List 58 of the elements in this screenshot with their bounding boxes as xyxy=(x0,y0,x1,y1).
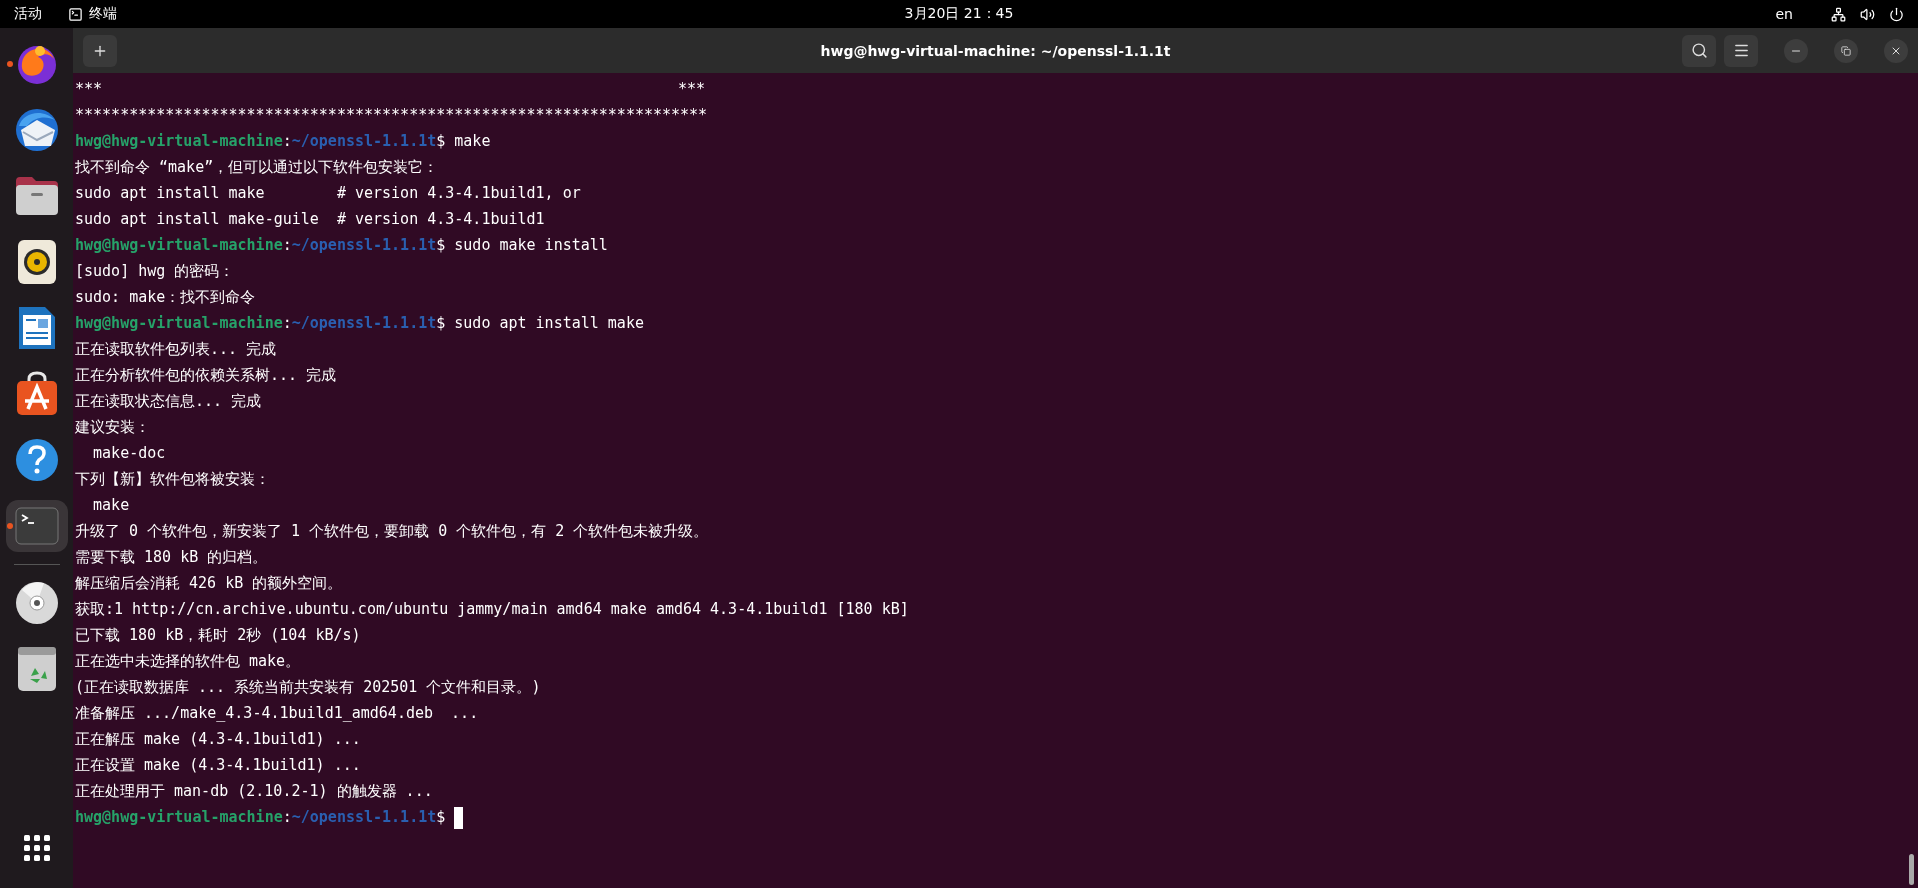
output-line: 解压缩后会消耗 426 kB 的额外空间。 xyxy=(75,573,343,594)
output-line: sudo apt install make-guile # version 4.3-4.1build1 xyxy=(75,209,545,230)
prompt-line: hwg@hwg-virtual-machine:~/openssl-1.1.1t$ make xyxy=(75,131,491,152)
output-line: [sudo] hwg 的密码： xyxy=(75,261,235,282)
maximize-button[interactable] xyxy=(1834,38,1858,63)
output-line: 正在处理用于 man-db (2.10.2-1) 的触发器 ... xyxy=(75,781,433,802)
prompt-line: hwg@hwg-virtual-machine:~/openssl-1.1.1t$ xyxy=(75,804,464,830)
new-tab-button[interactable] xyxy=(83,34,117,67)
activities-button[interactable]: 活动 xyxy=(14,5,42,23)
output-line: 建议安装： xyxy=(75,417,150,438)
window-title: hwg@hwg-virtual-machine: ~/openssl-1.1.1t xyxy=(820,42,1171,59)
output-line: 下列【新】软件包将被安装： xyxy=(75,469,270,490)
power-icon[interactable] xyxy=(1889,6,1904,22)
output-line: *** xyxy=(677,79,705,100)
output-line: make-doc xyxy=(92,443,166,464)
help-icon xyxy=(13,437,60,483)
shopping-bag-icon xyxy=(14,371,59,417)
speaker-icon xyxy=(16,239,57,285)
app-grid-icon[interactable] xyxy=(22,834,51,862)
prompt-line: hwg@hwg-virtual-machine:~/openssl-1.1.1t$ sudo apt install make xyxy=(75,313,644,334)
clock[interactable]: 3月20日 21：45 xyxy=(904,5,1014,23)
search-button[interactable] xyxy=(1682,34,1716,67)
output-line: *** xyxy=(75,79,103,100)
output-line: 获取:1 http://cn.archive.ubuntu.com/ubuntu jammy/main amd64 make amd64 4.3-4.1build1 [180 kB] xyxy=(75,599,909,620)
prompt-line: hwg@hwg-virtual-machine:~/openssl-1.1.1t$ sudo make install xyxy=(75,235,608,256)
menu-button[interactable] xyxy=(1724,34,1758,67)
output-line: 正在读取状态信息... 完成 xyxy=(75,391,262,412)
menu-icon xyxy=(1732,42,1750,59)
output-line: 正在分析软件包的依赖关系树... 完成 xyxy=(75,365,337,386)
output-line: 正在解压 make (4.3-4.1build1) ... xyxy=(75,729,361,750)
network-icon[interactable] xyxy=(1831,6,1846,22)
output-line: 正在设置 make (4.3-4.1build1) ... xyxy=(75,755,361,776)
output-line: 需要下载 180 kB 的归档。 xyxy=(75,547,268,568)
scrollbar[interactable] xyxy=(1909,854,1914,885)
output-line: sudo: make：找不到命令 xyxy=(75,287,256,308)
output-line: 准备解压 .../make_4.3-4.1build1_amd64.deb ... xyxy=(75,703,479,724)
close-button[interactable] xyxy=(1884,38,1908,63)
minimize-button[interactable] xyxy=(1784,38,1808,63)
terminal-icon xyxy=(68,6,83,22)
output-line: make xyxy=(92,495,130,516)
output-line: (正在读取数据库 ... 系统当前共安装有 202501 个文件和目录。) xyxy=(75,677,541,698)
output-line: ********************************************************************** xyxy=(75,105,708,126)
disc-icon xyxy=(13,580,60,626)
search-icon xyxy=(1690,42,1708,59)
output-line: 找不到命令 “make”，但可以通过以下软件包安装它： xyxy=(75,157,439,178)
output-line: 正在读取软件包列表... 完成 xyxy=(75,339,277,360)
output-line: 正在选中未选择的软件包 make。 xyxy=(75,651,301,672)
output-line: 已下载 180 kB，耗时 2秒 (104 kB/s) xyxy=(75,625,361,646)
terminal-icon xyxy=(14,507,59,545)
output-line: 升级了 0 个软件包，新安装了 1 个软件包，要卸载 0 个软件包，有 2 个软件包未被升级。 xyxy=(75,521,709,542)
language-indicator[interactable]: en xyxy=(1775,6,1793,22)
trash-icon xyxy=(16,646,57,692)
folder-icon xyxy=(13,175,60,217)
app-menu[interactable]: 终端 xyxy=(68,5,117,23)
volume-icon[interactable] xyxy=(1860,6,1875,22)
restore-icon xyxy=(1841,45,1851,56)
document-icon xyxy=(16,305,57,351)
output-line: sudo apt install make # version 4.3-4.1build1, or xyxy=(75,183,581,204)
